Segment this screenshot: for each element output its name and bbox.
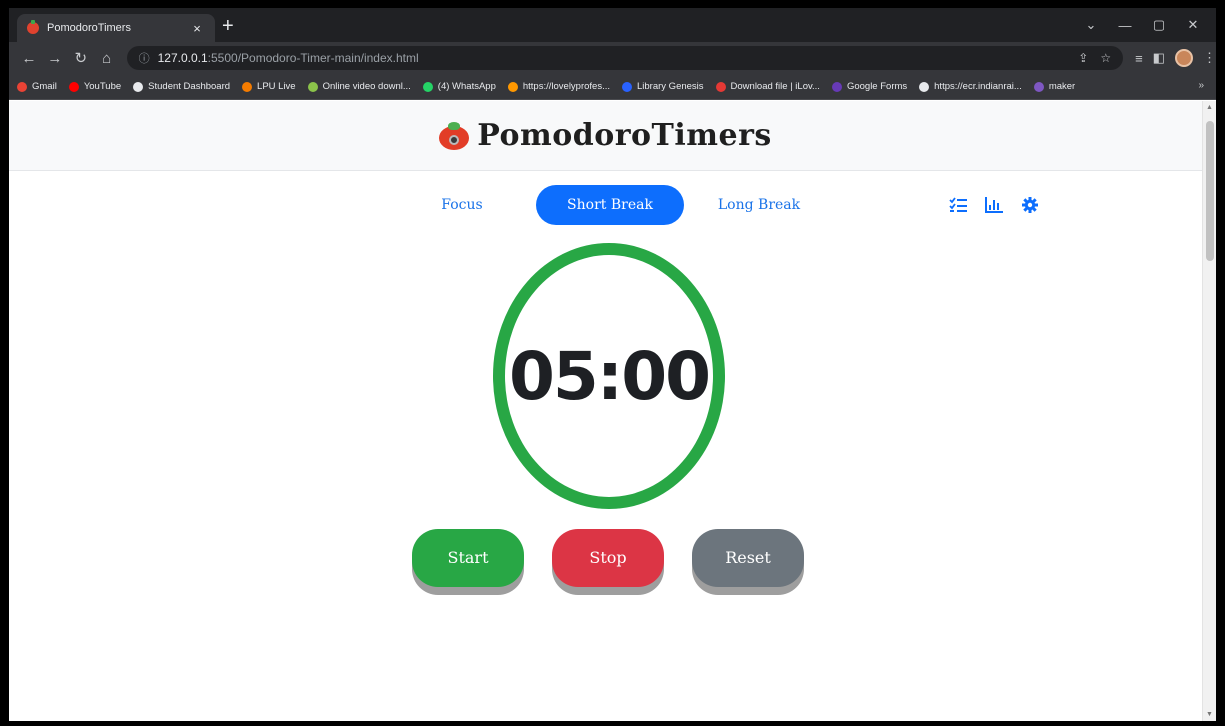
address-bar[interactable]: ⓘ 127.0.0.1:5500/Pomodoro-Timer-main/ind… [126, 46, 1124, 70]
bookmark-item[interactable]: maker [1033, 81, 1076, 92]
bookmark-favicon-icon [1033, 81, 1044, 92]
reload-icon[interactable]: ↻ [69, 46, 93, 70]
tab-close-icon[interactable]: × [189, 21, 205, 36]
bookmark-label: maker [1048, 81, 1076, 92]
close-window-button[interactable]: ✕ [1176, 14, 1210, 36]
profile-avatar[interactable] [1174, 49, 1193, 67]
scrollbar-thumb[interactable] [1206, 121, 1214, 261]
bookmark-label: YouTube [83, 81, 122, 92]
page-viewport: PomodoroTimers Focus Short Break Long Br… [9, 101, 1216, 721]
side-panel-icon[interactable]: ◧ [1153, 50, 1165, 66]
bookmark-label: https://lovelyprofes... [522, 81, 610, 92]
bookmark-favicon-icon [242, 81, 253, 92]
bookmark-item[interactable]: Online video downl... [307, 81, 411, 92]
vertical-scrollbar[interactable]: ▲ ▼ [1202, 101, 1216, 721]
maximize-button[interactable]: ▢ [1142, 14, 1176, 36]
scroll-up-icon[interactable]: ▲ [1206, 104, 1213, 111]
tab-search-button[interactable]: ⌄ [1074, 14, 1108, 36]
bookmarks-overflow-button[interactable]: » [1198, 80, 1204, 91]
address-host: 127.0.0.1 [157, 51, 208, 65]
tab-short-break[interactable]: Short Break [536, 185, 684, 225]
reading-list-icon[interactable]: ≡ [1135, 51, 1143, 66]
reset-button[interactable]: Reset [692, 529, 804, 587]
bookmark-favicon-icon [422, 81, 433, 92]
mode-tabs: Focus Short Break Long Break [9, 185, 1202, 227]
browser-window: PomodoroTimers × + ⌄ — ▢ ✕ ← → ↻ ⌂ ⓘ 127… [9, 8, 1216, 721]
site-info-icon[interactable]: ⓘ [139, 50, 150, 66]
bar-chart-icon[interactable] [983, 194, 1005, 216]
bookmark-item[interactable]: LPU Live [242, 81, 296, 92]
bookmark-favicon-icon [715, 81, 726, 92]
back-arrow-icon[interactable]: ← [17, 46, 41, 70]
tomato-logo-icon [439, 121, 470, 150]
gear-icon[interactable] [1019, 194, 1041, 216]
home-icon[interactable]: ⌂ [95, 46, 119, 70]
bookmark-label: LPU Live [257, 81, 296, 92]
bookmark-item[interactable]: YouTube [68, 81, 122, 92]
scroll-down-icon[interactable]: ▼ [1206, 711, 1213, 718]
bookmark-item[interactable]: https://lovelyprofes... [507, 81, 610, 92]
forward-arrow-icon[interactable]: → [43, 46, 67, 70]
bookmark-favicon-icon [622, 81, 632, 92]
site-title: PomodoroTimers [477, 118, 772, 153]
bookmark-label: Online video downl... [322, 81, 411, 92]
bookmark-item[interactable]: Gmail [17, 81, 57, 92]
bookmarks-bar: Gmail YouTube Student Dashboard LPU Live… [9, 74, 1216, 100]
start-button[interactable]: Start [412, 529, 524, 587]
bookmark-item[interactable]: Student Dashboard [133, 81, 230, 92]
site-logo: PomodoroTimers [439, 118, 772, 153]
new-tab-button[interactable]: + [222, 16, 234, 36]
stop-button[interactable]: Stop [552, 529, 664, 587]
kebab-menu-icon[interactable]: ⋮ [1203, 50, 1216, 66]
address-path: :5500/Pomodoro-Timer-main/index.html [207, 51, 419, 65]
bookmark-item[interactable]: https://ecr.indianrai... [919, 81, 1022, 92]
utility-icons [947, 194, 1041, 216]
minimize-button[interactable]: — [1108, 14, 1142, 36]
site-header: PomodoroTimers [9, 101, 1202, 171]
bookmark-label: https://ecr.indianrai... [934, 81, 1022, 92]
bookmark-favicon-icon [507, 81, 518, 92]
bookmark-favicon-icon [133, 81, 144, 92]
browser-tab-active[interactable]: PomodoroTimers × [17, 14, 215, 42]
share-icon[interactable]: ⇪ [1078, 51, 1088, 65]
tab-long-break[interactable]: Long Break [709, 185, 809, 225]
bookmark-favicon-icon [17, 81, 27, 92]
bookmark-favicon-icon [68, 81, 79, 92]
bookmark-label: Google Forms [846, 81, 908, 92]
bookmark-favicon-icon [831, 81, 842, 92]
window-controls: ⌄ — ▢ ✕ [1074, 14, 1210, 36]
tab-strip: PomodoroTimers × + ⌄ — ▢ ✕ [9, 8, 1216, 42]
timer-display: 05:00 [508, 337, 711, 415]
tab-focus[interactable]: Focus [427, 185, 497, 225]
bookmark-label: Library Genesis [637, 81, 704, 92]
bookmark-star-icon[interactable]: ☆ [1100, 51, 1111, 65]
tomato-favicon-icon [27, 20, 39, 34]
bookmark-label: (4) WhatsApp [437, 81, 496, 92]
bookmark-item[interactable]: Download file | iLov... [715, 81, 820, 92]
timer-ring: 05:00 [493, 243, 725, 509]
bookmark-label: Student Dashboard [148, 81, 231, 92]
task-list-icon[interactable] [947, 194, 969, 216]
bookmark-item[interactable]: Library Genesis [622, 81, 704, 92]
bookmark-label: Download file | iLov... [730, 81, 820, 92]
browser-toolbar: ← → ↻ ⌂ ⓘ 127.0.0.1:5500/Pomodoro-Timer-… [9, 42, 1216, 74]
bookmark-favicon-icon [307, 81, 318, 92]
bookmark-label: Gmail [32, 81, 57, 92]
bookmark-item[interactable]: Google Forms [831, 81, 908, 92]
tab-title: PomodoroTimers [47, 22, 131, 34]
bookmark-favicon-icon [919, 81, 930, 92]
bookmark-item[interactable]: (4) WhatsApp [422, 81, 496, 92]
